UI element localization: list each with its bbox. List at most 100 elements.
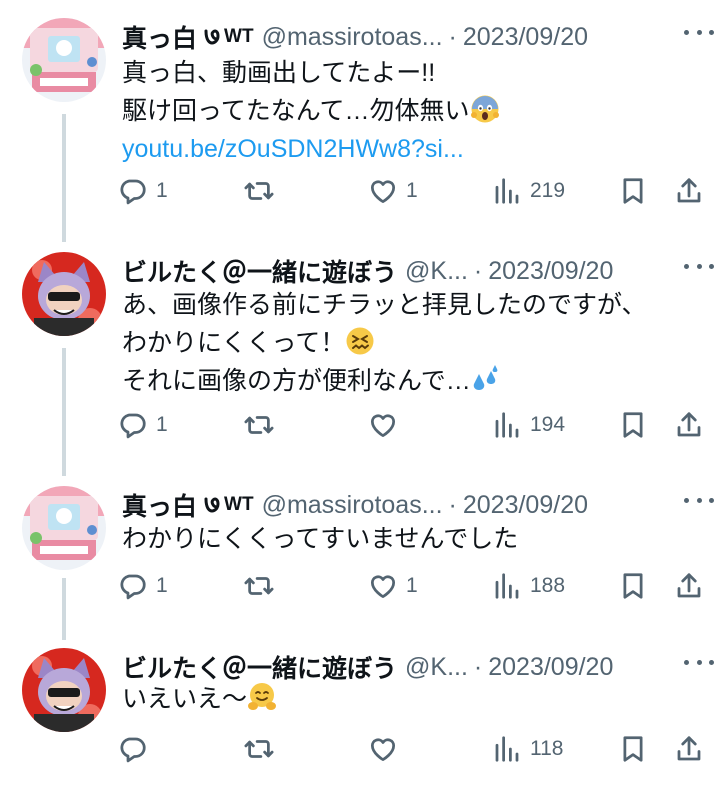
tweet-header: 真っ白 WT @massirotoas... · 2023/09/20 [122, 488, 712, 522]
bookmark-button[interactable] [618, 566, 648, 606]
tweet-actions: 1 194 [118, 405, 714, 445]
display-name[interactable]: ビルたく＠一緒に遊ぼう [122, 253, 397, 289]
retweet-button[interactable] [244, 171, 282, 211]
timestamp[interactable]: 2023/09/20 [488, 653, 613, 682]
separator-dot: · [448, 22, 457, 51]
hugging-face-emoji [247, 682, 277, 712]
reply-button[interactable] [118, 729, 156, 769]
views-button[interactable]: 194 [492, 405, 565, 445]
views-button[interactable]: 188 [492, 566, 565, 606]
views-icon [492, 571, 522, 601]
avatar[interactable] [22, 648, 106, 732]
user-handle[interactable]: @massirotoas... [262, 491, 443, 520]
tweet[interactable]: ビルたく＠一緒に遊ぼう @K... · 2023/09/20 あ、画像作る前にチ… [0, 234, 728, 470]
separator-dot: · [473, 652, 483, 681]
share-icon [674, 410, 704, 440]
tweet[interactable]: 真っ白 WT @massirotoas... · 2023/09/20 わかりに… [0, 468, 728, 632]
tweet-text: いえいえ〜 [122, 680, 277, 718]
tweet-header: 真っ白 WT @massirotoas... · 2023/09/20 [122, 20, 712, 54]
confounded-emoji [345, 326, 375, 356]
share-icon [674, 176, 704, 206]
like-button[interactable]: 1 [368, 566, 418, 606]
separator-dot: · [448, 490, 457, 519]
reply-icon [118, 571, 148, 601]
sweat-droplets-emoji [471, 364, 501, 394]
scream-emoji [470, 94, 500, 124]
avatar[interactable] [22, 18, 106, 102]
retweet-icon [244, 410, 274, 440]
retweet-button[interactable] [244, 729, 282, 769]
separator-dot: · [473, 256, 483, 285]
retweet-button[interactable] [244, 566, 282, 606]
tweet-line: いえいえ〜 [122, 680, 277, 718]
avatar-image [22, 648, 106, 732]
share-button[interactable] [674, 729, 704, 769]
display-name[interactable]: 真っ白 [122, 19, 197, 55]
avatar[interactable] [22, 252, 106, 336]
share-button[interactable] [674, 405, 704, 445]
reply-icon [118, 734, 148, 764]
heart-icon [368, 734, 398, 764]
timestamp[interactable]: 2023/09/20 [488, 257, 613, 286]
views-icon [492, 410, 522, 440]
reply-count: 1 [156, 413, 168, 436]
view-count: 188 [530, 574, 566, 597]
like-button[interactable] [368, 729, 406, 769]
more-options-icon[interactable] [684, 490, 714, 510]
tweet-line: 真っ白、動画出してたよー!! [122, 59, 436, 87]
reply-button[interactable]: 1 [118, 405, 168, 445]
reply-count: 1 [156, 179, 168, 202]
like-button[interactable]: 1 [368, 171, 418, 211]
retweet-icon [244, 734, 274, 764]
tweet-text: わかりにくくってすいませんでした [122, 520, 518, 558]
avatar[interactable] [22, 486, 106, 570]
views-button[interactable]: 118 [492, 729, 563, 769]
view-count: 219 [530, 179, 566, 202]
bookmark-button[interactable] [618, 729, 648, 769]
more-options-icon[interactable] [684, 652, 714, 672]
reply-count: 1 [156, 574, 168, 597]
heart-icon [368, 571, 398, 601]
more-options-icon[interactable] [684, 256, 714, 276]
view-count: 194 [530, 413, 566, 436]
bookmark-button[interactable] [618, 171, 648, 211]
bookmark-button[interactable] [618, 405, 648, 445]
timestamp[interactable]: 2023/09/20 [463, 491, 588, 520]
tweet-header: ビルたく＠一緒に遊ぼう @K... · 2023/09/20 [122, 254, 712, 288]
reply-icon [118, 176, 148, 206]
user-handle[interactable]: @massirotoas... [262, 23, 443, 52]
avatar-image [22, 252, 106, 336]
share-button[interactable] [674, 171, 704, 211]
user-handle[interactable]: @K... [405, 257, 468, 286]
conversation-thread: 真っ白 WT @massirotoas... · 2023/09/20 真っ白、… [0, 0, 728, 800]
like-count: 1 [406, 574, 418, 597]
user-handle[interactable]: @K... [405, 653, 468, 682]
heart-icon [368, 410, 398, 440]
avatar-image [22, 486, 106, 570]
like-button[interactable] [368, 405, 406, 445]
reply-button[interactable]: 1 [118, 566, 168, 606]
views-icon [492, 176, 522, 206]
tweet[interactable]: 真っ白 WT @massirotoas... · 2023/09/20 真っ白、… [0, 0, 728, 236]
tweet-line: 駆け回ってたなんて…勿体無い [122, 92, 500, 130]
views-button[interactable]: 219 [492, 171, 565, 211]
bookmark-icon [618, 571, 648, 601]
retweet-button[interactable] [244, 405, 282, 445]
more-options-icon[interactable] [684, 22, 714, 42]
heart-icon [368, 176, 398, 206]
tweet-actions: 1 1 219 [118, 171, 714, 211]
view-count: 118 [530, 737, 564, 760]
name-suffix: WT [224, 26, 254, 47]
bookmark-icon [618, 734, 648, 764]
tweet-link[interactable]: youtu.be/zOuSDN2HWw8?si... [122, 130, 500, 168]
share-button[interactable] [674, 566, 704, 606]
tweet-text: あ、画像作る前にチラッと拝見したのですが、 わかりにくくって！ それに画像の方が… [122, 286, 647, 400]
curl-icon [204, 497, 220, 513]
reply-button[interactable]: 1 [118, 171, 168, 211]
timestamp[interactable]: 2023/09/20 [463, 23, 588, 52]
tweet[interactable]: ビルたく＠一緒に遊ぼう @K... · 2023/09/20 いえいえ〜 118 [0, 630, 728, 800]
bookmark-icon [618, 176, 648, 206]
tweet-header: ビルたく＠一緒に遊ぼう @K... · 2023/09/20 [122, 650, 712, 684]
share-icon [674, 734, 704, 764]
display-name[interactable]: 真っ白 [122, 487, 197, 523]
